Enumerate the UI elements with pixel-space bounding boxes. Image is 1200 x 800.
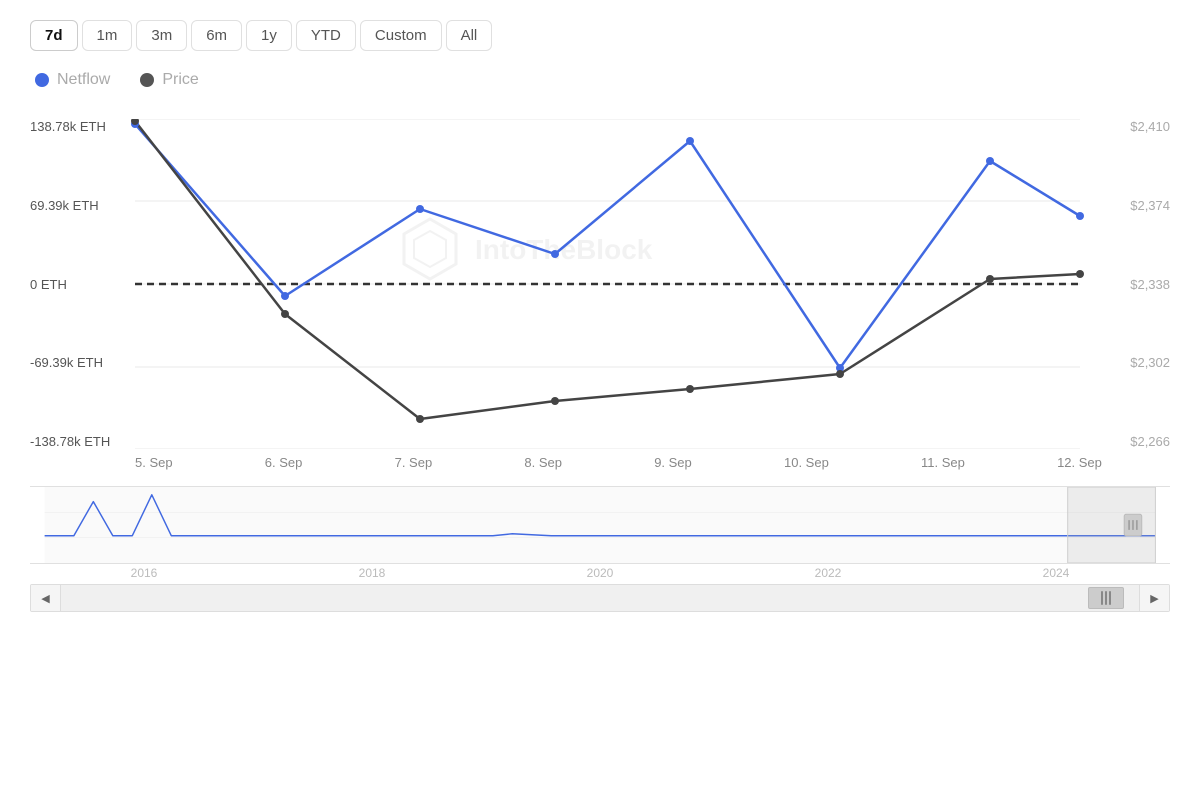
legend-price: Price: [140, 71, 198, 89]
x-label-1: 6. Sep: [265, 455, 303, 470]
x-label-3: 8. Sep: [524, 455, 562, 470]
y-right-2: $2,338: [1130, 277, 1170, 292]
year-2020: 2020: [587, 566, 614, 580]
btn-1m[interactable]: 1m: [82, 20, 133, 51]
btn-6m[interactable]: 6m: [191, 20, 242, 51]
btn-3m[interactable]: 3m: [136, 20, 187, 51]
x-label-5: 10. Sep: [784, 455, 829, 470]
netflow-label: Netflow: [57, 71, 110, 89]
time-range-selector: 7d 1m 3m 6m 1y YTD Custom All: [30, 20, 1170, 51]
y-axis-right: $2,410 $2,374 $2,338 $2,302 $2,266: [1130, 119, 1170, 449]
mini-year-labels: 2016 2018 2020 2022 2024: [30, 564, 1170, 580]
price-label: Price: [162, 71, 198, 89]
y-left-3: -69.39k ETH: [30, 355, 110, 370]
year-2022: 2022: [815, 566, 842, 580]
thumb-line-3: [1109, 591, 1111, 605]
year-2018: 2018: [359, 566, 386, 580]
scroll-left-btn[interactable]: ◀: [31, 584, 61, 612]
y-left-0: 138.78k ETH: [30, 119, 110, 134]
year-2016: 2016: [131, 566, 158, 580]
x-label-4: 9. Sep: [654, 455, 692, 470]
y-left-4: -138.78k ETH: [30, 434, 110, 449]
chart-legend: Netflow Price: [30, 71, 1170, 89]
y-axis-left: 138.78k ETH 69.39k ETH 0 ETH -69.39k ETH…: [30, 119, 110, 449]
btn-all[interactable]: All: [446, 20, 493, 51]
chart-container: 138.78k ETH 69.39k ETH 0 ETH -69.39k ETH…: [30, 119, 1170, 478]
y-left-2: 0 ETH: [30, 277, 110, 292]
price-dot: [140, 73, 154, 87]
mini-chart-svg: [30, 486, 1170, 564]
y-right-1: $2,374: [1130, 198, 1170, 213]
x-axis: 5. Sep 6. Sep 7. Sep 8. Sep 9. Sep 10. S…: [30, 449, 1170, 478]
x-label-7: 12. Sep: [1057, 455, 1102, 470]
main-container: 7d 1m 3m 6m 1y YTD Custom All Netflow Pr…: [0, 0, 1200, 800]
scroll-track[interactable]: [61, 584, 1139, 612]
y-right-4: $2,266: [1130, 434, 1170, 449]
year-2024: 2024: [1043, 566, 1070, 580]
netflow-dot: [35, 73, 49, 87]
main-chart-svg: IntoTheBlock: [30, 119, 1170, 449]
btn-7d[interactable]: 7d: [30, 20, 78, 51]
btn-ytd[interactable]: YTD: [296, 20, 356, 51]
btn-1y[interactable]: 1y: [246, 20, 292, 51]
scroll-thumb[interactable]: [1088, 587, 1124, 609]
y-right-0: $2,410: [1130, 119, 1170, 134]
scrollbar[interactable]: ◀ ▶: [30, 584, 1170, 612]
x-label-2: 7. Sep: [395, 455, 433, 470]
legend-netflow: Netflow: [35, 71, 110, 89]
y-right-3: $2,302: [1130, 355, 1170, 370]
thumb-line-2: [1105, 591, 1107, 605]
y-left-1: 69.39k ETH: [30, 198, 110, 213]
thumb-line-1: [1101, 591, 1103, 605]
x-label-0: 5. Sep: [135, 455, 173, 470]
mini-chart-container: 2016 2018 2020 2022 2024 ◀ ▶: [30, 486, 1170, 612]
x-label-6: 11. Sep: [921, 455, 965, 470]
scroll-right-btn[interactable]: ▶: [1139, 584, 1169, 612]
svg-text:IntoTheBlock: IntoTheBlock: [475, 234, 653, 265]
btn-custom[interactable]: Custom: [360, 20, 442, 51]
